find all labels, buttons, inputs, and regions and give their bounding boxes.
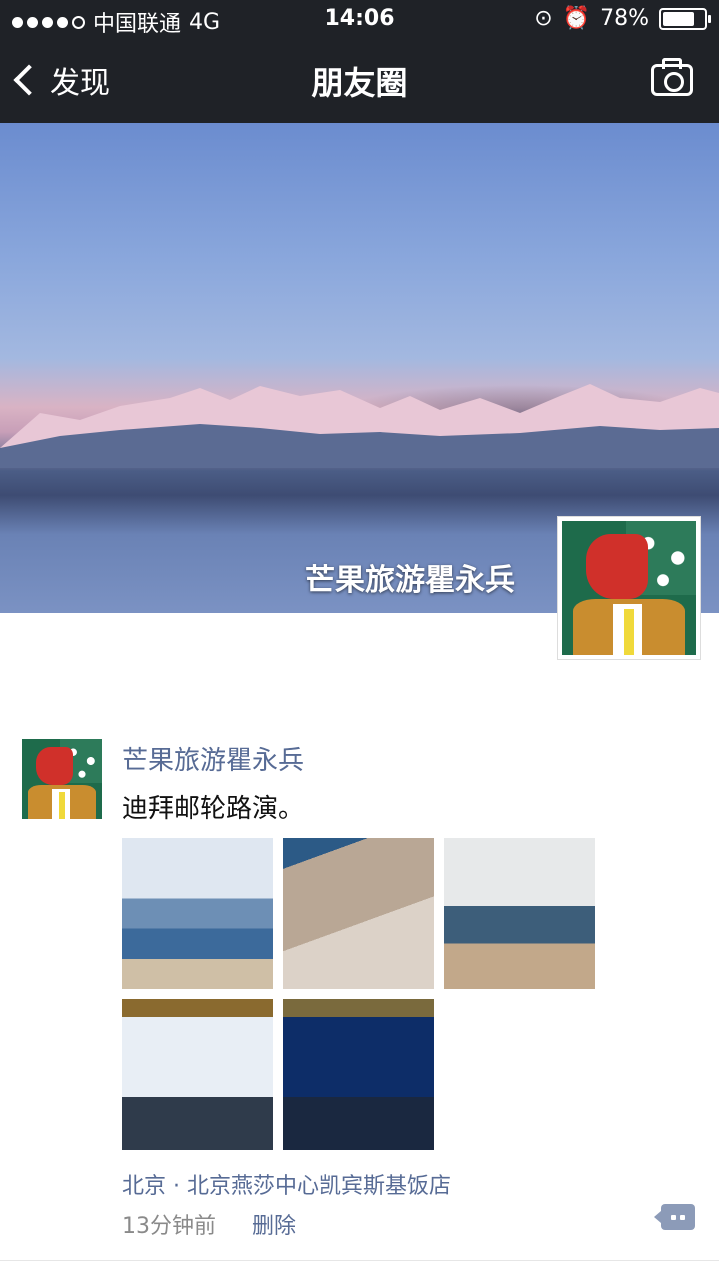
post-author-avatar[interactable] bbox=[22, 739, 102, 819]
alarm-icon: ⏰ bbox=[562, 6, 591, 31]
post-photo[interactable] bbox=[122, 999, 273, 1150]
battery-percent: 78% bbox=[600, 6, 649, 31]
delete-button[interactable]: 删除 bbox=[252, 1208, 296, 1240]
post-photo[interactable] bbox=[444, 838, 595, 989]
rotation-lock-icon: ⊙ bbox=[534, 6, 553, 31]
post-meta: 13分钟前 删除 bbox=[122, 1208, 296, 1240]
post-location[interactable]: 北京 · 北京燕莎中心凯宾斯基饭店 bbox=[122, 1168, 451, 1200]
status-bar: 中国联通 4G 14:06 ⊙ ⏰ 78% bbox=[0, 0, 719, 40]
post-photo[interactable] bbox=[122, 838, 273, 989]
comment-icon[interactable] bbox=[654, 1204, 695, 1230]
post-photo[interactable] bbox=[283, 838, 434, 989]
post-text: 迪拜邮轮路演。 bbox=[122, 794, 305, 824]
post-photo[interactable] bbox=[283, 999, 434, 1150]
top-bar: 中国联通 4G 14:06 ⊙ ⏰ 78% 发现 朋友圈 bbox=[0, 0, 719, 123]
divider bbox=[0, 1260, 719, 1261]
mountain-range bbox=[0, 384, 719, 468]
page-title: 朋友圈 bbox=[311, 64, 408, 102]
post-author-name[interactable]: 芒果旅游瞿永兵 bbox=[122, 740, 304, 777]
camera-icon[interactable] bbox=[651, 58, 693, 96]
status-right: ⊙ ⏰ 78% bbox=[534, 6, 711, 31]
cover-username: 芒果旅游瞿永兵 bbox=[305, 563, 515, 598]
nav-bar: 发现 朋友圈 bbox=[0, 40, 719, 123]
post-time: 13分钟前 bbox=[122, 1214, 216, 1239]
profile-avatar[interactable] bbox=[557, 516, 701, 660]
battery-icon bbox=[659, 7, 711, 30]
